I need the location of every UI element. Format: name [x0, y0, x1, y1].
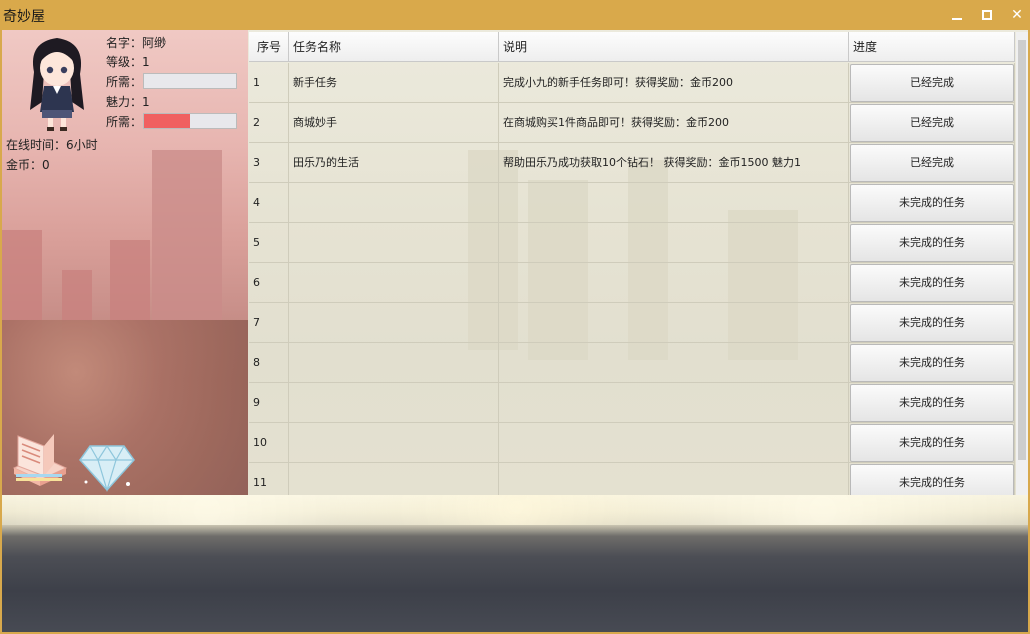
cell-description — [499, 263, 849, 303]
cell-index: 8 — [249, 343, 289, 383]
vertical-scrollbar[interactable] — [1016, 32, 1028, 495]
cell-index: 2 — [249, 103, 289, 143]
level-label: 等级：1 — [106, 55, 150, 69]
status-button[interactable]: 未完成的任务 — [850, 184, 1014, 222]
cell-task-name — [289, 263, 499, 303]
client-area: 名字：阿缈 等级：1 所需： 魅力：1 所需： 在线时间：6小时 金币：0 序号… — [2, 30, 1028, 632]
background-building — [152, 150, 222, 330]
background-building — [110, 240, 150, 330]
diamond-icon[interactable] — [78, 438, 136, 494]
cell-index: 1 — [249, 63, 289, 103]
cell-task-name — [289, 383, 499, 423]
status-button[interactable]: 未完成的任务 — [850, 424, 1014, 462]
cell-index: 6 — [249, 263, 289, 303]
book-icon[interactable] — [10, 428, 68, 490]
cell-description: 在商城购买1件商品即可！获得奖励：金币200 — [499, 103, 849, 143]
cell-task-name — [289, 463, 499, 495]
column-header-progress[interactable]: 进度 — [849, 32, 1015, 62]
cell-task-name — [289, 303, 499, 343]
column-header-task-name[interactable]: 任务名称 — [289, 32, 499, 62]
cell-task-name: 田乐乃的生活 — [289, 143, 499, 183]
charm-need-label: 所需： — [106, 115, 143, 129]
minimize-button[interactable] — [942, 0, 972, 30]
cell-description — [499, 303, 849, 343]
cell-index: 10 — [249, 423, 289, 463]
app-window: 奇妙屋 ✕ 名字：阿缈 等级：1 所需： 魅力：1 所需： 在线时间：6小时 金… — [0, 0, 1030, 634]
status-button[interactable]: 未完成的任务 — [850, 344, 1014, 382]
cell-description — [499, 463, 849, 495]
profile-panel: 名字：阿缈 等级：1 所需： 魅力：1 所需： 在线时间：6小时 金币：0 — [2, 30, 248, 495]
maximize-button[interactable] — [972, 0, 1002, 30]
task-table: 序号 任务名称 说明 进度 1 新手任务 完成小九的新手任务即可！获得奖励：金币20… — [248, 30, 1028, 495]
cell-task-name — [289, 223, 499, 263]
water-sparkle — [2, 495, 1028, 525]
cell-index: 5 — [249, 223, 289, 263]
cell-description — [499, 223, 849, 263]
status-button[interactable]: 未完成的任务 — [850, 384, 1014, 422]
status-button[interactable]: 未完成的任务 — [850, 264, 1014, 302]
cell-description — [499, 383, 849, 423]
close-button[interactable]: ✕ — [1002, 0, 1030, 30]
cell-index: 7 — [249, 303, 289, 343]
maximize-icon — [982, 10, 992, 20]
gold-label: 金币：0 — [6, 158, 50, 172]
status-button[interactable]: 未完成的任务 — [850, 224, 1014, 262]
cell-task-name — [289, 343, 499, 383]
online-time-label: 在线时间：6小时 — [6, 138, 98, 152]
cell-task-name — [289, 423, 499, 463]
charm-label: 魅力：1 — [106, 95, 150, 109]
cell-index: 4 — [249, 183, 289, 223]
cell-task-name: 商城妙手 — [289, 103, 499, 143]
minimize-icon — [952, 18, 962, 20]
name-label: 名字：阿缈 — [106, 36, 167, 50]
status-button[interactable]: 已经完成 — [850, 104, 1014, 142]
cell-description — [499, 183, 849, 223]
window-title: 奇妙屋 — [3, 9, 45, 25]
exp-progress-bar — [143, 73, 237, 89]
status-button[interactable]: 未完成的任务 — [850, 304, 1014, 342]
cell-index: 3 — [249, 143, 289, 183]
charm-progress-bar — [143, 113, 237, 129]
cell-description: 帮助田乐乃成功获取10个钻石！ 获得奖励：金币1500 魅力1 — [499, 143, 849, 183]
exp-label: 所需： — [106, 75, 143, 89]
title-bar: 奇妙屋 ✕ — [0, 0, 1030, 30]
cell-description — [499, 423, 849, 463]
avatar — [30, 38, 84, 131]
cell-task-name — [289, 183, 499, 223]
status-button[interactable]: 未完成的任务 — [850, 464, 1014, 495]
cell-index: 11 — [249, 463, 289, 495]
column-header-index[interactable]: 序号 — [249, 32, 289, 62]
column-header-description[interactable]: 说明 — [499, 32, 849, 62]
charm-progress-fill — [144, 114, 190, 128]
scrollbar-thumb[interactable] — [1018, 40, 1026, 460]
cell-task-name: 新手任务 — [289, 63, 499, 103]
cell-description — [499, 343, 849, 383]
status-button[interactable]: 已经完成 — [850, 64, 1014, 102]
cell-description: 完成小九的新手任务即可！获得奖励：金币200 — [499, 63, 849, 103]
bottom-scenery — [2, 495, 1028, 632]
status-button[interactable]: 已经完成 — [850, 144, 1014, 182]
close-icon: ✕ — [1011, 7, 1023, 23]
cell-index: 9 — [249, 383, 289, 423]
